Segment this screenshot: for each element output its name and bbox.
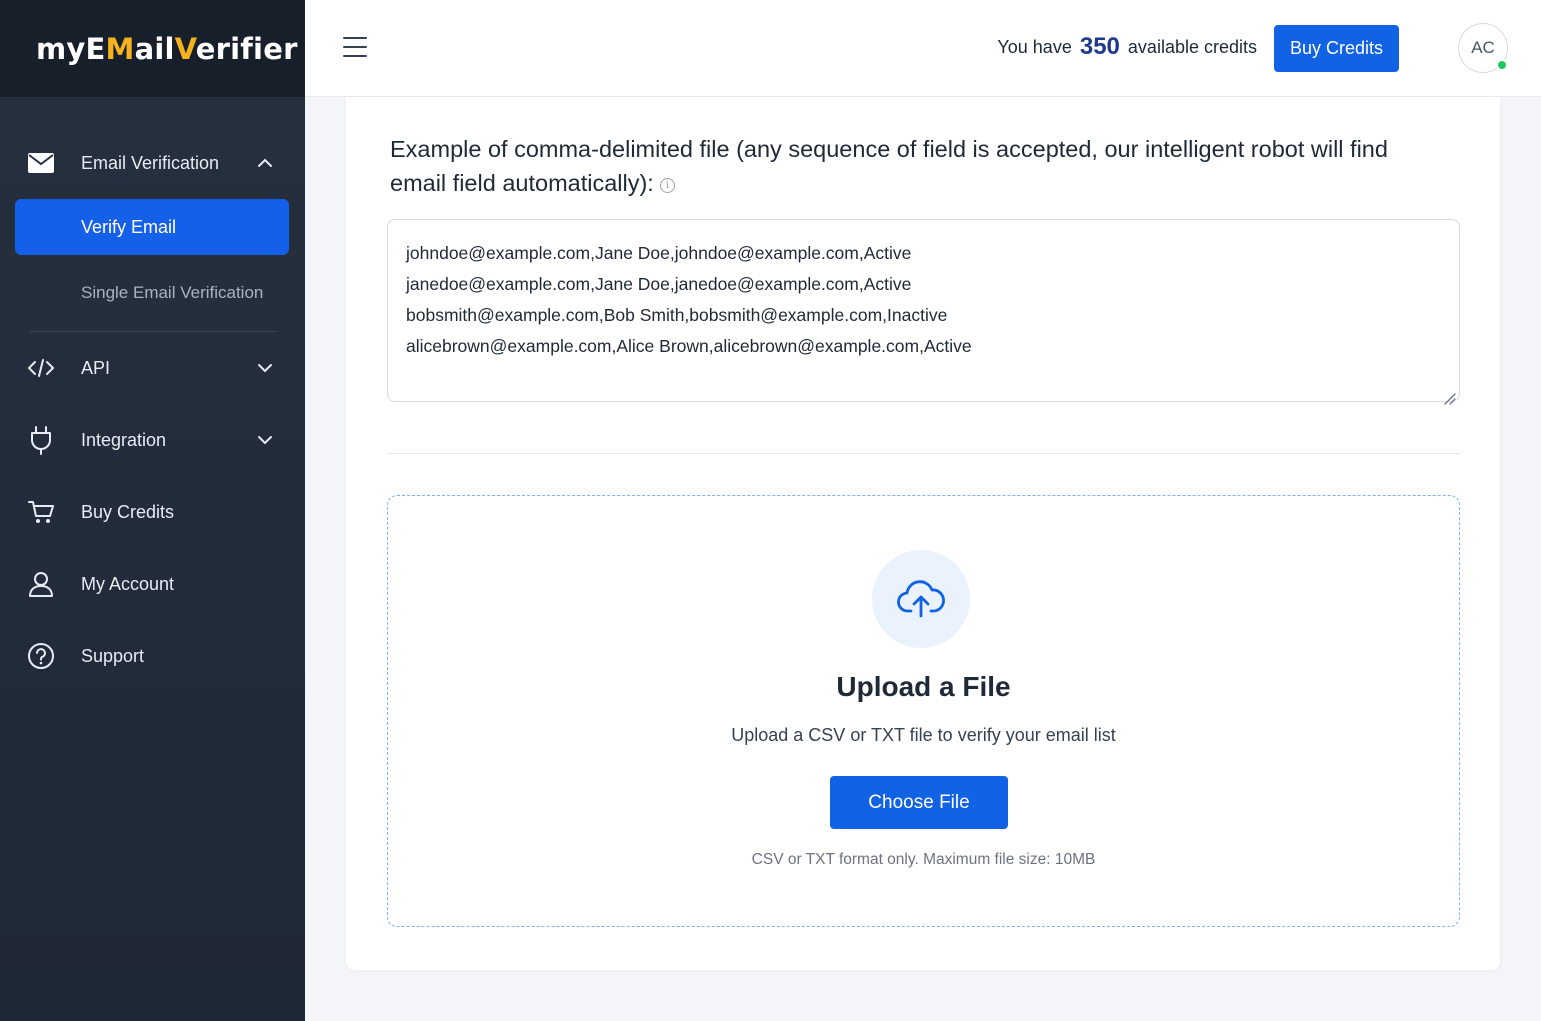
example-heading: Example of comma-delimited file (any seq… [390,132,1450,200]
sidebar-subitem-verify-email[interactable]: Verify Email [15,199,289,255]
avatar[interactable]: AC [1458,23,1508,73]
upload-dropzone[interactable]: Upload a File Upload a CSV or TXT file t… [387,495,1460,927]
credits-suffix: available credits [1127,37,1257,57]
example-heading-text: Example of comma-delimited file (any seq… [390,136,1388,196]
example-line: janedoe@example.com,Jane Doe,janedoe@exa… [406,274,912,294]
upload-note: CSV or TXT format only. Maximum file siz… [751,851,1096,868]
sidebar-item-my-account[interactable]: My Account [0,548,305,620]
example-line: bobsmith@example.com,Bob Smith,bobsmith@… [406,305,948,325]
logo-area[interactable]: myEMailVerifier [0,0,305,97]
example-line: johndoe@example.com,Jane Doe,johndoe@exa… [406,243,912,263]
sidebar-subitem-single-email-verification[interactable]: Single Email Verification [0,255,305,331]
sidebar-item-buy-credits[interactable]: Buy Credits [0,476,305,548]
buy-credits-button[interactable]: Buy Credits [1274,25,1399,72]
envelope-icon [26,148,56,178]
sidebar-item-integration[interactable]: Integration [0,404,305,476]
sidebar-item-api[interactable]: API [0,332,305,404]
code-icon [26,353,56,383]
top-header: You have 350 available credits Buy Credi… [305,0,1541,97]
sidebar-subitem-label: Single Email Verification [81,283,264,302]
sidebar-item-label: API [81,357,111,378]
resize-handle-icon[interactable] [1442,384,1456,405]
info-icon[interactable]: i [659,178,675,193]
help-circle-icon [26,641,56,671]
hamburger-menu-icon[interactable] [343,37,367,59]
credits-prefix: You have [997,37,1072,57]
logo[interactable]: myEMailVerifier [36,32,298,66]
chevron-up-icon[interactable] [254,152,276,174]
online-status-dot [1496,59,1508,71]
sidebar-item-label: Support [81,645,145,666]
sidebar: myEMailVerifier Email Verification Verif… [0,0,305,1021]
credits-count: 350 [1079,33,1120,60]
chevron-down-icon[interactable] [254,429,276,451]
chevron-down-icon[interactable] [254,357,276,379]
sidebar-item-label: Integration [81,429,167,450]
credits-info: You have 350 available credits [997,33,1257,61]
avatar-initials: AC [1471,38,1495,57]
choose-file-button[interactable]: Choose File [830,776,1008,829]
section-divider [387,453,1460,454]
sidebar-item-email-verification[interactable]: Email Verification [0,127,305,199]
sidebar-item-label: My Account [81,573,175,594]
example-textarea[interactable]: johndoe@example.com,Jane Doe,johndoe@exa… [387,219,1460,405]
verify-email-card: Example of comma-delimited file (any seq… [346,97,1500,970]
example-line: alicebrown@example.com,Alice Brown,alice… [406,336,972,356]
sidebar-item-support[interactable]: Support [0,620,305,692]
upload-title: Upload a File [836,671,1011,702]
sidebar-item-label: Buy Credits [81,501,175,522]
user-icon [26,569,56,599]
cloud-upload-icon [872,550,970,648]
cart-icon [26,497,56,527]
sidebar-item-label: Email Verification [81,152,220,173]
sidebar-nav: Email Verification Verify Email Single E… [0,97,305,692]
sidebar-subitem-label: Verify Email [81,216,177,237]
plug-icon [26,425,56,455]
upload-subtitle: Upload a CSV or TXT file to verify your … [731,725,1116,745]
